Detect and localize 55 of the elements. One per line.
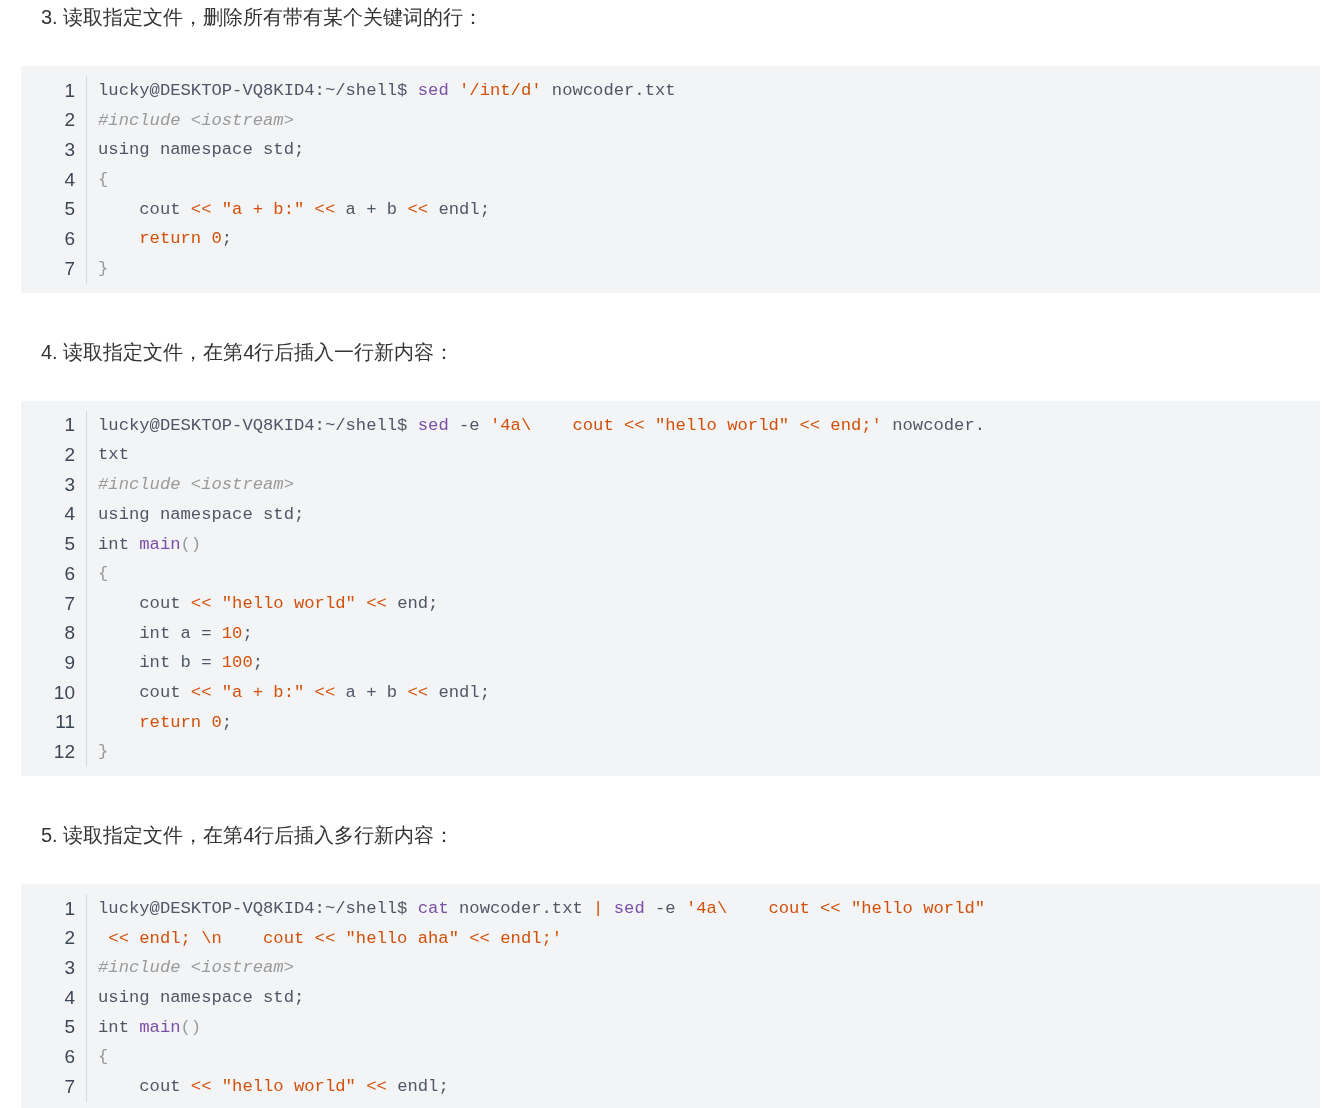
code-line: txt [98, 444, 129, 467]
line-number: 1 [64, 896, 75, 921]
code-line: cout << "hello world" << endl; [138, 1076, 449, 1099]
code-line: int main() [98, 533, 202, 556]
line-number: 8 [64, 621, 75, 646]
line-number: 4 [64, 985, 75, 1010]
code-line: lucky@DESKTOP-VQ8KID4:~/shell$ sed -e '4a\ cout << "hello world" << end;' nowcoder. [98, 414, 986, 437]
code-line: << endl; \n cout << "hello aha" << endl;' [107, 927, 563, 950]
code-line: lucky@DESKTOP-VQ8KID4:~/shell$ cat nowcoder.txt | sed -e '4a\ cout << "hello world" [98, 898, 986, 920]
code-line: int main() [98, 1016, 202, 1039]
code-line: using namespace std; [98, 503, 305, 526]
line-number: 6 [64, 561, 75, 586]
line-number: 7 [64, 256, 75, 281]
code-line: { [98, 169, 109, 191]
line-number: 7 [64, 591, 75, 616]
code-line: cout << "a + b:" << a + b << endl; [138, 198, 490, 221]
line-number: 1 [64, 413, 75, 438]
code-line: lucky@DESKTOP-VQ8KID4:~/shell$ sed '/int/d' nowcoder.txt [98, 79, 676, 102]
section-heading: 5. 读取指定文件，在第4行后插入多行新内容： [40, 823, 456, 849]
code-line: return 0; [138, 711, 233, 734]
line-number: 3 [64, 137, 75, 162]
code-line: return 0; [138, 228, 233, 251]
line-number: 5 [64, 532, 75, 557]
line-number: 3 [64, 472, 75, 497]
line-number: 11 [55, 710, 75, 735]
code-line: #include <iostream> [98, 109, 294, 132]
code-line: #include <iostream> [98, 957, 294, 980]
code-line: } [98, 741, 109, 764]
line-number: 3 [64, 956, 75, 981]
code-line: using namespace std; [98, 139, 305, 162]
section-heading: 3. 读取指定文件，删除所有带有某个关键词的行： [40, 5, 485, 30]
line-number: 9 [64, 650, 75, 675]
line-number: 12 [53, 739, 75, 764]
code-line: } [98, 258, 109, 281]
line-number: 2 [64, 443, 75, 468]
line-number: 1 [64, 78, 75, 103]
line-number: 5 [64, 1015, 75, 1040]
code-line: int a = 10; [138, 622, 253, 645]
code-line: using namespace std; [98, 987, 305, 1010]
line-number: 5 [64, 197, 75, 222]
code-line: int b = 100; [138, 652, 264, 675]
line-number: 4 [64, 502, 75, 527]
line-number: 2 [64, 926, 75, 951]
line-number: 10 [53, 680, 75, 705]
code-line: cout << "a + b:" << a + b << endl; [138, 681, 490, 704]
line-number: 6 [64, 1045, 75, 1070]
line-number: 2 [64, 108, 75, 133]
code-line: { [98, 563, 109, 586]
section-heading: 4. 读取指定文件，在第4行后插入一行新内容： [40, 339, 456, 365]
line-number: 7 [64, 1074, 75, 1099]
line-number: 4 [64, 167, 75, 192]
code-line: #include <iostream> [98, 474, 294, 497]
code-line: { [98, 1046, 109, 1069]
line-number: 6 [64, 227, 75, 252]
code-line: cout << "hello world" << end; [138, 592, 439, 615]
